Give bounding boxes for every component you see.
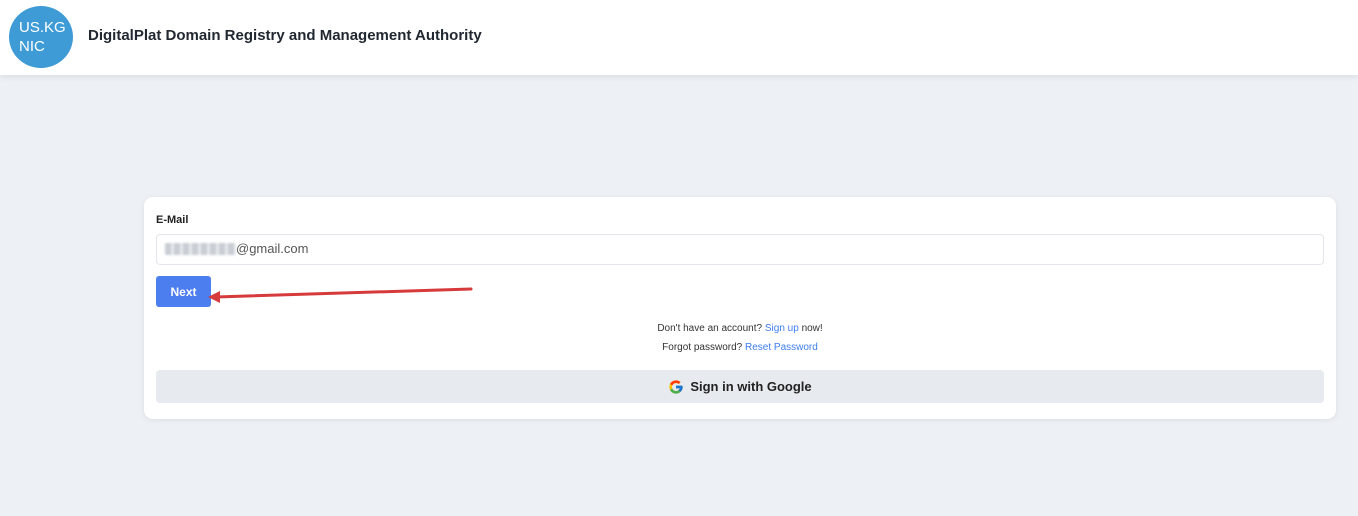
signup-link[interactable]: Sign up	[765, 323, 799, 334]
signup-suffix: now!	[801, 323, 823, 334]
site-logo[interactable]: US.KG NIC	[9, 6, 73, 68]
site-header: US.KG NIC DigitalPlat Domain Registry an…	[0, 0, 1358, 75]
signup-prefix: Don't have an account?	[657, 323, 763, 334]
google-signin-label: Sign in with Google	[690, 379, 812, 394]
logo-line1: US.KG	[19, 19, 66, 36]
google-signin-button[interactable]: Sign in with Google	[156, 370, 1324, 403]
email-field[interactable]	[156, 234, 1324, 265]
signup-line: Don't have an account? Sign up now!	[144, 323, 1336, 334]
google-icon	[669, 379, 683, 394]
forgot-line: Forgot password? Reset Password	[144, 342, 1336, 353]
annotation-arrow	[208, 287, 473, 303]
login-card: E-Mail @gmail.com Next Don't have an acc…	[144, 197, 1336, 419]
forgot-prefix: Forgot password?	[662, 342, 743, 353]
logo-line2: NIC	[19, 38, 45, 55]
redacted-email-prefix	[165, 243, 236, 255]
email-label: E-Mail	[156, 214, 189, 226]
site-title: DigitalPlat Domain Registry and Manageme…	[88, 27, 482, 44]
reset-password-link[interactable]: Reset Password	[745, 342, 818, 353]
next-button[interactable]: Next	[156, 276, 211, 307]
email-value: @gmail.com	[236, 241, 309, 256]
